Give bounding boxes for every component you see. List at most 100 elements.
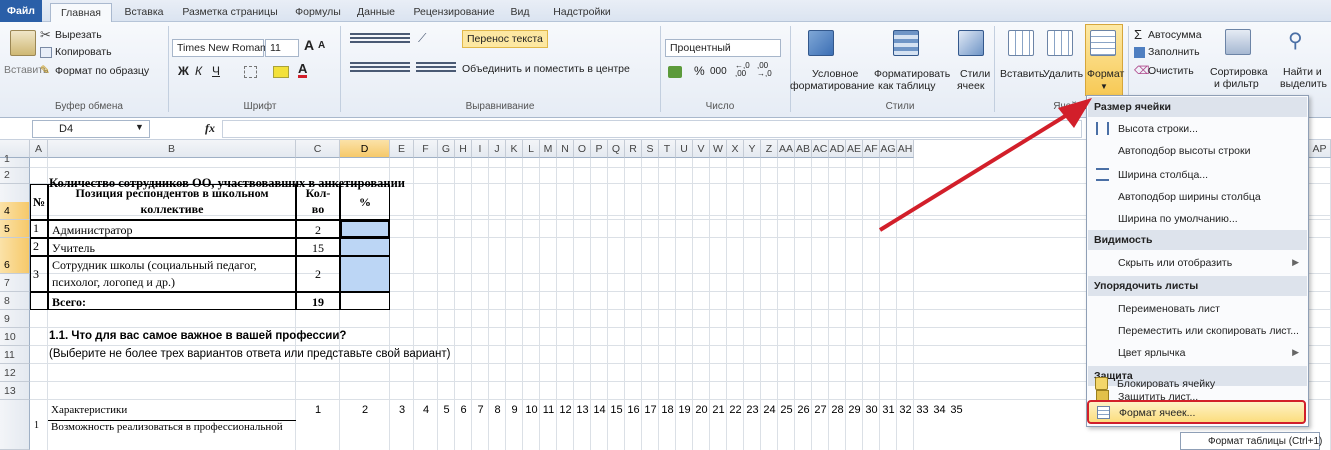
indent-icons[interactable] xyxy=(416,62,456,74)
column-header-p[interactable]: P xyxy=(591,140,608,158)
characteristic-number[interactable]: 15 xyxy=(608,402,625,418)
count-value[interactable]: 2 xyxy=(296,256,340,292)
shrink-font-button[interactable]: A xyxy=(318,40,325,51)
font-color-icon[interactable]: A xyxy=(298,62,308,78)
borders-icon[interactable] xyxy=(244,66,257,78)
row-header-6[interactable]: 6 xyxy=(0,238,30,274)
menu-item-row-height[interactable]: Высота строки... xyxy=(1088,118,1307,140)
characteristic-number[interactable]: 9 xyxy=(506,402,523,418)
row-header-8[interactable]: 8 xyxy=(0,292,30,310)
format-painter-button[interactable]: Формат по образцу xyxy=(55,65,149,77)
tab-formulas[interactable]: Формулы xyxy=(290,3,346,22)
column-header-ab[interactable]: AB xyxy=(795,140,812,158)
binoculars-icon[interactable]: ⚲ xyxy=(1288,28,1303,53)
menu-item-tab-color[interactable]: Цвет ярлычка ▶ xyxy=(1088,342,1307,364)
column-header-ad[interactable]: AD xyxy=(829,140,846,158)
question-title[interactable]: 1.1. Что для вас самое важное в вашей пр… xyxy=(49,330,469,346)
tab-data[interactable]: Данные xyxy=(350,3,402,22)
characteristic-number[interactable]: 30 xyxy=(863,402,880,418)
fill-button[interactable]: Заполнить xyxy=(1148,46,1200,58)
column-header-y[interactable]: Y xyxy=(744,140,761,158)
characteristic-number[interactable]: 16 xyxy=(625,402,642,418)
total-count[interactable]: 19 xyxy=(296,292,340,310)
characteristic-number[interactable]: 11 xyxy=(540,402,557,418)
characteristics-label[interactable]: Характеристики xyxy=(48,402,296,418)
column-header-c[interactable]: C xyxy=(296,140,340,158)
characteristic-number[interactable]: 27 xyxy=(812,402,829,418)
characteristic-number[interactable]: 23 xyxy=(744,402,761,418)
cut-button[interactable]: Вырезать xyxy=(55,29,102,41)
insert-cells-icon[interactable] xyxy=(1008,30,1034,56)
underline-button[interactable]: Ч xyxy=(212,64,220,78)
characteristic-number[interactable]: 7 xyxy=(472,402,489,418)
characteristic-number[interactable]: 18 xyxy=(659,402,676,418)
align-horizontal-icons[interactable] xyxy=(350,62,410,74)
row-number[interactable] xyxy=(30,292,48,310)
column-header-x[interactable]: X xyxy=(727,140,744,158)
fill-color-icon[interactable] xyxy=(273,66,289,78)
menu-item-default-width[interactable]: Ширина по умолчанию... xyxy=(1088,208,1307,230)
column-header-m[interactable]: M xyxy=(540,140,557,158)
header-count[interactable]: Кол-во xyxy=(296,184,340,220)
font-name-combo[interactable]: Times New Roman xyxy=(172,39,266,57)
menu-item-hide-show[interactable]: Скрыть или отобразить ▶ xyxy=(1088,252,1307,274)
characteristic-number[interactable]: 19 xyxy=(676,402,693,418)
insert-cells-button[interactable]: Вставить xyxy=(1000,68,1045,80)
tab-review[interactable]: Рецензирование xyxy=(407,3,501,22)
count-value[interactable]: 15 xyxy=(296,238,340,256)
column-header-aa[interactable]: AA xyxy=(778,140,795,158)
characteristic-number[interactable]: 25 xyxy=(778,402,795,418)
row-header-12[interactable]: 12 xyxy=(0,364,30,382)
tab-view[interactable]: Вид xyxy=(505,3,535,22)
row-number[interactable]: 3 xyxy=(30,256,48,292)
column-header-ap[interactable]: AP xyxy=(1309,140,1331,158)
column-header-a[interactable]: A xyxy=(30,140,48,158)
percent-button[interactable]: % xyxy=(694,64,705,78)
chevron-down-icon[interactable]: ▼ xyxy=(135,122,144,132)
characteristic-number[interactable]: 34 xyxy=(931,402,948,418)
characteristic-number[interactable]: 29 xyxy=(846,402,863,418)
column-header-ac[interactable]: AC xyxy=(812,140,829,158)
column-header-e[interactable]: E xyxy=(390,140,414,158)
column-header-i[interactable]: I xyxy=(472,140,489,158)
characteristic-number[interactable]: 33 xyxy=(914,402,931,418)
tab-page-layout[interactable]: Разметка страницы xyxy=(175,3,285,22)
sort-button[interactable]: Сортировка xyxy=(1210,66,1268,78)
position-name[interactable]: Сотрудник школы (социальный педагог, псих… xyxy=(48,256,296,292)
bold-button[interactable]: Ж xyxy=(178,64,189,78)
merge-center-button[interactable]: Объединить и поместить в центре xyxy=(462,63,630,75)
characteristic-number[interactable]: 14 xyxy=(591,402,608,418)
cell-styles-button[interactable]: Стили xyxy=(960,68,990,80)
characteristic-text[interactable]: Возможность реализоваться в профессионал… xyxy=(48,420,296,436)
menu-item-rename-sheet[interactable]: Переименовать лист xyxy=(1088,298,1307,320)
decrease-decimal-icon[interactable]: ,00 →,0 xyxy=(757,62,772,78)
menu-item-format-cells[interactable]: Формат ячеек... xyxy=(1087,400,1306,424)
row-header-1[interactable]: 1 xyxy=(0,153,30,168)
find-button[interactable]: Найти и xyxy=(1283,66,1322,78)
row-number[interactable]: 2 xyxy=(30,238,48,256)
grow-font-button[interactable]: A xyxy=(304,37,314,53)
column-header-ae[interactable]: AE xyxy=(846,140,863,158)
characteristic-number[interactable]: 1 xyxy=(296,402,340,418)
header-position[interactable]: Позиция респондентов в школьном коллектив… xyxy=(48,184,296,220)
column-header-b[interactable]: B xyxy=(48,140,296,158)
characteristic-number[interactable]: 22 xyxy=(727,402,744,418)
column-header-l[interactable]: L xyxy=(523,140,540,158)
thousands-button[interactable]: 000 xyxy=(710,66,727,77)
characteristic-number[interactable]: 8 xyxy=(489,402,506,418)
row-header-2[interactable]: 2 xyxy=(0,168,30,184)
characteristic-number[interactable]: 20 xyxy=(693,402,710,418)
row-number[interactable]: 1 xyxy=(30,420,48,436)
position-name[interactable]: Учитель xyxy=(48,238,296,256)
format-as-table-button[interactable]: Форматировать xyxy=(874,68,950,80)
copy-button[interactable]: Копировать xyxy=(55,46,112,58)
characteristic-number[interactable]: 28 xyxy=(829,402,846,418)
tab-insert[interactable]: Вставка xyxy=(118,3,170,22)
row-number[interactable]: 1 xyxy=(30,220,48,238)
characteristic-number[interactable]: 3 xyxy=(390,402,414,418)
column-header-n[interactable]: N xyxy=(557,140,574,158)
row-header-14[interactable] xyxy=(0,400,30,450)
column-header-o[interactable]: O xyxy=(574,140,591,158)
orientation-icon[interactable]: ⟋ xyxy=(418,31,426,46)
row-header-11[interactable]: 11 xyxy=(0,346,30,364)
